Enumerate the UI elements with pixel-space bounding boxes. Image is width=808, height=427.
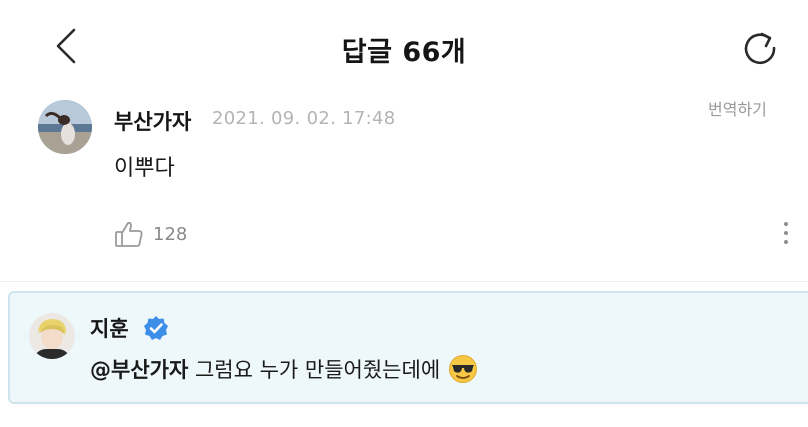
- avatar[interactable]: [29, 313, 75, 359]
- refresh-button[interactable]: [738, 26, 782, 70]
- mention-link[interactable]: @부산가자: [90, 358, 188, 382]
- like-count: 128: [153, 224, 188, 245]
- more-vertical-icon: [784, 222, 788, 244]
- reply-body: 그럼요 누가 만들어줬는데에: [188, 358, 441, 382]
- thumbs-up-icon: [115, 221, 143, 247]
- reply-author[interactable]: 지훈: [90, 313, 129, 343]
- avatar-image: [29, 313, 75, 359]
- comment-author[interactable]: 부산가자: [114, 106, 191, 136]
- reply-thread-page: 답글 66개 부산가자 2021. 09. 02. 17:48 번역하기 이뿌다: [0, 0, 808, 427]
- verified-badge-icon: [144, 316, 168, 340]
- avatar-image: [38, 100, 92, 154]
- avatar[interactable]: [38, 100, 92, 154]
- original-comment: 부산가자 2021. 09. 02. 17:48 번역하기 이뿌다 128: [0, 96, 808, 280]
- header: 답글 66개: [0, 0, 808, 96]
- page-title: 답글 66개: [341, 37, 467, 68]
- reply-text: @부산가자 그럼요 누가 만들어줬는데에: [90, 354, 478, 384]
- sunglasses-emoji-icon: [449, 355, 478, 383]
- comment-timestamp: 2021. 09. 02. 17:48: [212, 108, 396, 129]
- comment-text: 이뿌다: [114, 156, 175, 181]
- reply-comment: 지훈 @부산가자 그럼요 누가 만들어줬는데에: [8, 291, 808, 404]
- like-button[interactable]: [114, 220, 144, 248]
- divider: [0, 281, 808, 282]
- translate-link[interactable]: 번역하기: [708, 96, 767, 120]
- more-options-button[interactable]: [776, 218, 796, 248]
- refresh-icon: [744, 32, 776, 64]
